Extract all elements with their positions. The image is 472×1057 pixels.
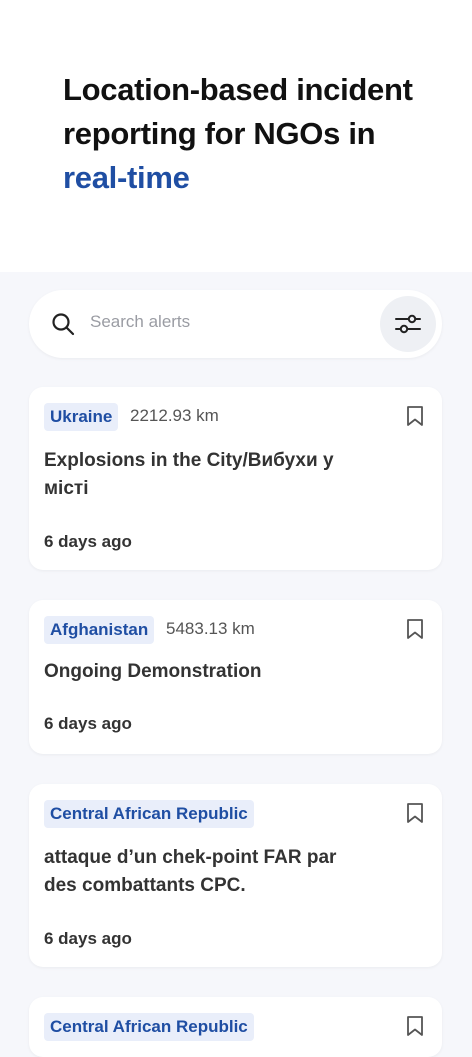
bookmark-icon[interactable] — [406, 802, 424, 824]
distance-label: 5483.13 km — [166, 619, 255, 638]
page-title: Location-based incident reporting for NG… — [63, 68, 433, 200]
alert-title: attaque d’un chek-point FAR par des comb… — [44, 847, 337, 896]
title-accent: real-time — [63, 160, 190, 195]
filter-button[interactable] — [380, 296, 436, 352]
country-tag: Central African Republic — [44, 800, 254, 828]
hero-header: Location-based incident reporting for NG… — [0, 0, 472, 272]
search-bar[interactable]: Search alerts — [29, 290, 442, 358]
distance-label: 2212.93 km — [130, 406, 219, 425]
alerts-list-area: Search alerts Ukraine 2212.93 km Explosi… — [0, 272, 472, 1057]
bookmark-icon[interactable] — [406, 405, 424, 427]
search-icon — [51, 312, 75, 336]
bookmark-icon[interactable] — [406, 618, 424, 640]
alert-age: 6 days ago — [44, 532, 132, 551]
alert-title: Ongoing Demonstration — [44, 661, 262, 682]
alert-card[interactable]: Ukraine 2212.93 km Explosions in the Cit… — [29, 387, 442, 570]
alert-age: 6 days ago — [44, 714, 132, 733]
country-tag: Central African Republic — [44, 1013, 254, 1041]
alert-card[interactable]: Central African Republic attaque d’un ch… — [29, 784, 442, 967]
alert-title: Explosions in the City/Вибухи у місті — [44, 450, 334, 499]
alert-card[interactable]: Central African Republic — [29, 997, 442, 1057]
title-text: Location-based incident reporting for NG… — [63, 72, 413, 151]
search-input[interactable]: Search alerts — [90, 312, 190, 332]
alert-age: 6 days ago — [44, 929, 132, 948]
alert-card[interactable]: Afghanistan 5483.13 km Ongoing Demonstra… — [29, 600, 442, 754]
country-tag: Ukraine — [44, 403, 119, 431]
sliders-icon — [395, 314, 421, 334]
country-tag: Afghanistan — [44, 616, 155, 644]
bookmark-icon[interactable] — [406, 1015, 424, 1037]
